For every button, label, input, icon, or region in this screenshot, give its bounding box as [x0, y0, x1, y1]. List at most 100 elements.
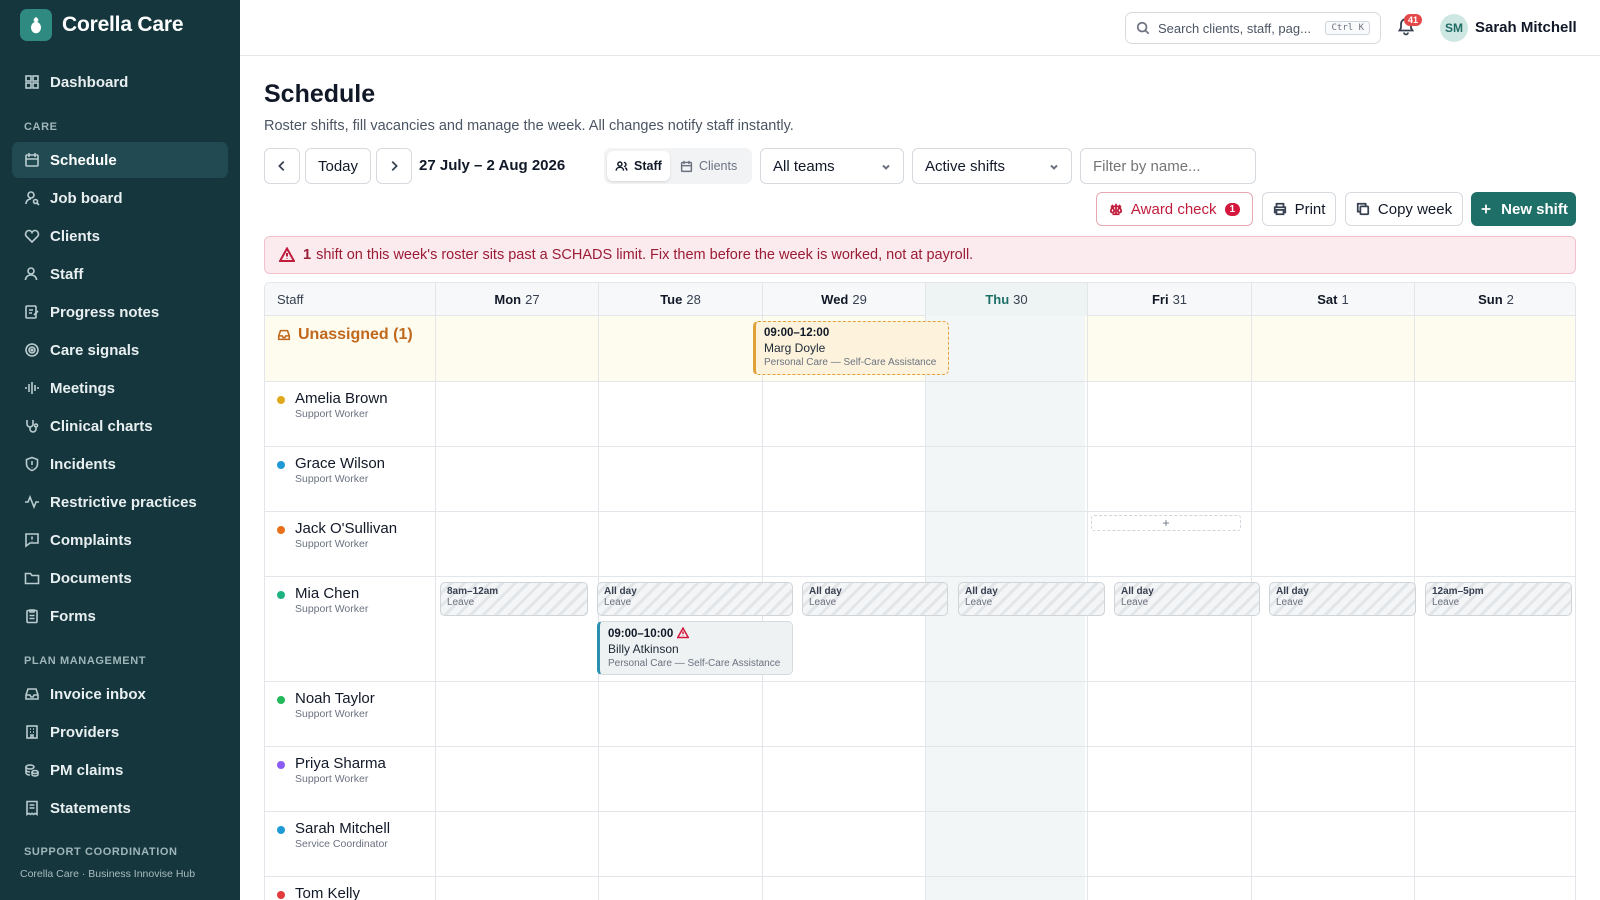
day-date: 1	[1341, 292, 1349, 307]
day-header-tue: Tue 28	[598, 283, 762, 316]
sidebar-item-schedule[interactable]: Schedule	[12, 142, 228, 178]
sidebar-item-label: Invoice inbox	[50, 685, 146, 703]
open-shift-card[interactable]: 09:00–12:00 Marg Doyle Personal Care — S…	[753, 321, 949, 375]
inbox-icon	[24, 686, 40, 702]
today-button[interactable]: Today	[305, 148, 371, 184]
sidebar-item-clients[interactable]: Clients	[12, 218, 228, 254]
sidebar-item-label: Dashboard	[50, 73, 129, 91]
section-care: CARE	[24, 121, 58, 133]
staff-name: Grace Wilson	[295, 455, 386, 472]
grid-header: Staff Mon 27 Tue 28 Wed 29 Thu 30 Fri 31 Sat 1…	[265, 283, 1575, 316]
status-dot	[277, 761, 285, 769]
leave-block-sat[interactable]: All day Leave	[1269, 582, 1416, 616]
sidebar-item-forms[interactable]: Forms	[12, 598, 228, 634]
sidebar-item-documents[interactable]: Documents	[12, 560, 228, 596]
leave-block-tue[interactable]: All day Leave	[597, 582, 793, 616]
sidebar-item-meetings[interactable]: Meetings	[12, 370, 228, 406]
warning-icon	[279, 247, 295, 262]
sidebar-item-label: Restrictive practices	[50, 493, 197, 511]
sidebar-item-label: Forms	[50, 607, 96, 625]
sidebar-item-dashboard[interactable]: Dashboard	[12, 64, 228, 100]
activity-icon	[24, 494, 40, 510]
leave-block-thu[interactable]: All day Leave	[958, 582, 1105, 616]
chevron-left-icon	[278, 161, 285, 171]
add-shift-slot[interactable]: +	[1091, 515, 1241, 531]
staff-row	[265, 682, 1575, 747]
leave-time: All day	[604, 586, 637, 597]
sidebar-item-staff[interactable]: Staff	[12, 256, 228, 292]
shift-time-row: 09:00–10:00	[608, 626, 784, 640]
leave-block-wed[interactable]: All day Leave	[802, 582, 948, 616]
sidebar-item-clinical-charts[interactable]: Clinical charts	[12, 408, 228, 444]
sidebar-item-label: Job board	[50, 189, 123, 207]
shift-status-select[interactable]: Active shifts	[912, 148, 1072, 184]
view-staff-toggle[interactable]: Staff	[607, 151, 670, 181]
leave-block-mon[interactable]: 8am–12am Leave	[440, 582, 588, 616]
sidebar-item-invoice-inbox[interactable]: Invoice inbox	[12, 676, 228, 712]
leave-time: All day	[1276, 586, 1309, 597]
sidebar-item-label: Staff	[50, 265, 84, 283]
signal-icon	[24, 342, 40, 358]
alert-count: 1	[303, 247, 312, 263]
sidebar-item-care-signals[interactable]: Care signals	[12, 332, 228, 368]
sidebar-item-pm-claims[interactable]: PM claims	[12, 752, 228, 788]
waveform-icon	[24, 380, 40, 396]
staff-name: Tom Kelly	[295, 885, 361, 900]
avatar[interactable]: SM	[1440, 14, 1468, 42]
day-name: Sat	[1317, 292, 1338, 307]
sidebar-item-incidents[interactable]: Incidents	[12, 446, 228, 482]
sidebar-item-label: Complaints	[50, 531, 132, 549]
leave-block-sun[interactable]: 12am–5pm Leave	[1425, 582, 1572, 616]
new-shift-button[interactable]: New shift	[1471, 192, 1576, 226]
sidebar-item-progress-notes[interactable]: Progress notes	[12, 294, 228, 330]
brand[interactable]: Corella Care	[0, 0, 240, 50]
search-input[interactable]: Search clients, staff, pag... Ctrl K	[1125, 12, 1381, 44]
user-search-icon	[24, 190, 40, 206]
day-name: Mon	[494, 292, 522, 307]
leave-label: Leave	[965, 597, 993, 608]
leave-label: Leave	[604, 597, 632, 608]
status-dot	[277, 591, 285, 599]
sidebar-item-job-board[interactable]: Job board	[12, 180, 228, 216]
staff-name: Jack O'Sullivan	[295, 520, 398, 537]
shift-time: 09:00–10:00	[608, 628, 674, 640]
filter-by-name-input[interactable]	[1080, 148, 1256, 184]
sidebar-item-statements[interactable]: Statements	[12, 790, 228, 826]
print-label: Print	[1294, 200, 1326, 218]
leave-block-fri[interactable]: All day Leave	[1114, 582, 1260, 616]
day-header-mon: Mon 27	[435, 283, 598, 316]
view-clients-toggle[interactable]: Clients	[672, 151, 745, 181]
staff-name: Mia Chen	[295, 585, 360, 602]
copy-week-label: Copy week	[1377, 200, 1453, 218]
users-icon	[615, 160, 628, 171]
shift-card-billy-atkinson[interactable]: 09:00–10:00 Billy Atkinson Personal Care…	[597, 621, 793, 675]
page-subtitle: Roster shifts, fill vacancies and manage…	[264, 118, 794, 134]
day-name: Thu	[985, 292, 1010, 307]
chevron-down-icon	[1050, 164, 1058, 170]
leave-label: Leave	[447, 597, 475, 608]
print-button[interactable]: Print	[1262, 192, 1336, 226]
sidebar-item-label: Clinical charts	[50, 417, 153, 435]
sidebar-item-label: Clients	[50, 227, 101, 245]
heart-icon	[24, 228, 40, 244]
sidebar-item-providers[interactable]: Providers	[12, 714, 228, 750]
status-dot	[277, 891, 285, 899]
sidebar-item-complaints[interactable]: Complaints	[12, 522, 228, 558]
staff-row	[265, 812, 1575, 877]
sidebar-item-restrictive-practices[interactable]: Restrictive practices	[12, 484, 228, 520]
sidebar-item-label: Documents	[50, 569, 132, 587]
copy-week-button[interactable]: Copy week	[1345, 192, 1463, 226]
day-name: Wed	[821, 292, 849, 307]
shift-service: Personal Care — Self-Care Assistance	[764, 357, 937, 368]
user-name[interactable]: Sarah Mitchell	[1475, 19, 1577, 36]
sidebar-item-label: Incidents	[50, 455, 116, 473]
award-check-button[interactable]: Award check 1	[1096, 192, 1253, 226]
shift-service: Personal Care — Self-Care Assistance	[608, 658, 781, 669]
teams-select[interactable]: All teams	[760, 148, 904, 184]
next-week-button[interactable]	[376, 148, 412, 184]
staff-row	[265, 447, 1575, 512]
leave-time: All day	[965, 586, 998, 597]
top-bar: Search clients, staff, pag... Ctrl K 41 …	[240, 0, 1600, 56]
users-icon	[24, 266, 40, 282]
previous-week-button[interactable]	[264, 148, 300, 184]
